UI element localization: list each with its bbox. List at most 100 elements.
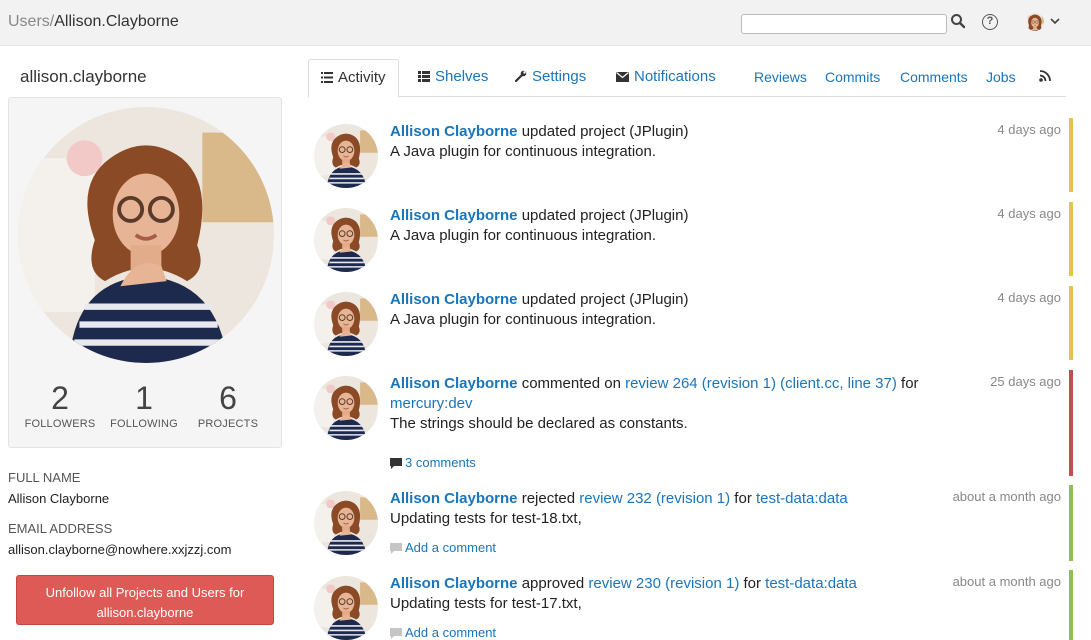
activity-timestamp: 4 days ago (997, 206, 1061, 221)
activity-description: A Java plugin for continuous integration… (390, 311, 657, 328)
avatar[interactable] (314, 292, 378, 356)
activity-verb: approved (517, 575, 589, 592)
activity-body: Allison Clayborne approved review 230 (r… (390, 574, 950, 614)
projects-count: 6 (219, 380, 237, 416)
breadcrumb: Users/Allison.Clayborne (8, 13, 179, 31)
avatar[interactable] (314, 208, 378, 272)
activity-status-bar (1069, 570, 1073, 640)
unfollow-button-line1: Unfollow all Projects and Users for (45, 585, 245, 600)
activity-description: A Java plugin for continuous integration… (390, 227, 657, 244)
followers-stat[interactable]: 2 FOLLOWERS (18, 380, 102, 430)
review-link[interactable]: review 264 (revision 1) (client.cc, line… (625, 375, 897, 392)
project-link[interactable]: test-data:data (765, 575, 857, 592)
review-link[interactable]: review 232 (revision 1) (579, 490, 730, 507)
project-link[interactable]: mercury:dev (390, 395, 473, 412)
activity-description: A Java plugin for continuous integration… (390, 143, 657, 160)
search-input[interactable] (741, 14, 947, 34)
comment-icon (390, 543, 402, 554)
comments-link[interactable]: 3 comments (390, 455, 476, 470)
user-menu-button[interactable] (1024, 11, 1064, 35)
email-label: EMAIL ADDRESS (8, 521, 113, 536)
search-icon[interactable] (950, 13, 968, 33)
activity-timestamp: 25 days ago (990, 374, 1061, 389)
tab-activity[interactable]: Activity (308, 59, 399, 98)
envelope-icon (616, 72, 629, 82)
comments-count: 3 comments (405, 455, 476, 470)
followers-count: 2 (51, 380, 69, 416)
activity-status-bar (1069, 118, 1073, 192)
following-count: 1 (135, 380, 153, 416)
avatar (1026, 13, 1044, 31)
following-stat[interactable]: 1 FOLLOWING (102, 380, 186, 430)
projects-label: PROJECTS (197, 418, 259, 430)
activity-status-bar (1069, 485, 1073, 561)
add-comment-link[interactable]: Add a comment (390, 540, 496, 555)
avatar[interactable] (314, 576, 378, 640)
activity-actor-link[interactable]: Allison Clayborne (390, 490, 518, 507)
activity-timestamp: about a month ago (952, 489, 1061, 504)
tab-shelves-label: Shelves (435, 68, 489, 85)
tab-settings[interactable]: Settings (514, 59, 587, 97)
unfollow-button-line2: allison.clayborne (96, 605, 194, 620)
comment-icon (390, 628, 402, 639)
activity-actor-link[interactable]: Allison Clayborne (390, 207, 518, 224)
tab-notifications-label: Notifications (634, 68, 716, 85)
avatar[interactable] (314, 491, 378, 555)
avatar[interactable] (314, 376, 378, 440)
activity-item: Allison Clayborne approved review 230 (r… (308, 570, 1073, 640)
tab-comments[interactable]: Comments (900, 59, 968, 97)
tab-reviews[interactable]: Reviews (754, 59, 807, 97)
activity-actor-link[interactable]: Allison Clayborne (390, 575, 518, 592)
activity-for: for (739, 575, 766, 592)
activity-actor-link[interactable]: Allison Clayborne (390, 291, 518, 308)
add-comment-label: Add a comment (405, 540, 497, 555)
activity-item: Allison Clayborne commented on review 26… (308, 370, 1073, 476)
profile-username: allison.clayborne (20, 67, 147, 86)
activity-actor-link[interactable]: Allison Clayborne (390, 375, 518, 392)
help-icon[interactable]: ? (982, 14, 998, 30)
activity-item: Allison Clayborne rejected review 232 (r… (308, 485, 1073, 561)
activity-description: The strings should be declared as consta… (390, 415, 688, 432)
tab-jobs[interactable]: Jobs (986, 59, 1016, 97)
profile-card: 2 FOLLOWERS 1 FOLLOWING 6 PROJECTS (8, 97, 282, 448)
email-value: allison.clayborne@nowhere.xxjzzj.com (8, 542, 232, 557)
tab-notifications[interactable]: Notifications (616, 59, 716, 97)
review-link[interactable]: review 230 (revision 1) (588, 575, 739, 592)
activity-actor-link[interactable]: Allison Clayborne (390, 123, 518, 140)
activity-item: Allison Clayborne updated project (JPlug… (308, 202, 1073, 276)
profile-avatar (18, 107, 274, 363)
full-name-label: FULL NAME (8, 470, 81, 485)
activity-body: Allison Clayborne commented on review 26… (390, 374, 950, 434)
activity-verb: updated project (JPlugin) (517, 123, 689, 140)
comment-icon (390, 458, 402, 469)
activity-for: for (896, 375, 919, 392)
activity-body: Allison Clayborne updated project (JPlug… (390, 122, 950, 162)
activity-for: for (730, 490, 756, 507)
tab-shelves[interactable]: Shelves (418, 59, 488, 97)
projects-stat[interactable]: 6 PROJECTS (186, 380, 270, 430)
add-comment-link[interactable]: Add a comment (390, 625, 496, 640)
rss-feed-button[interactable] (1039, 59, 1057, 97)
activity-timestamp: 4 days ago (997, 290, 1061, 305)
profile-tabs: Activity Shelves Settings Notifications … (308, 59, 1066, 98)
rss-icon (1039, 70, 1051, 82)
wrench-icon (514, 70, 527, 83)
project-link[interactable]: test-data:data (756, 490, 848, 507)
grid-list-icon (418, 71, 430, 82)
activity-description: Updating tests for test-18.txt, (390, 510, 582, 527)
tab-settings-label: Settings (532, 68, 587, 85)
activity-item: Allison Clayborne updated project (JPlug… (308, 286, 1073, 360)
activity-status-bar (1069, 370, 1073, 476)
activity-timestamp: about a month ago (952, 574, 1061, 589)
activity-verb: rejected (517, 490, 580, 507)
tab-commits[interactable]: Commits (825, 59, 880, 97)
activity-timestamp: 4 days ago (997, 122, 1061, 137)
unfollow-all-button[interactable]: Unfollow all Projects and Users for alli… (16, 575, 274, 625)
followers-label: FOLLOWERS (24, 418, 96, 430)
list-icon (321, 72, 333, 83)
breadcrumb-users-link[interactable]: Users/ (8, 13, 54, 30)
activity-description: Updating tests for test-17.txt, (390, 595, 582, 612)
add-comment-label: Add a comment (405, 625, 497, 640)
avatar[interactable] (314, 124, 378, 188)
activity-item: Allison Clayborne updated project (JPlug… (308, 118, 1073, 192)
